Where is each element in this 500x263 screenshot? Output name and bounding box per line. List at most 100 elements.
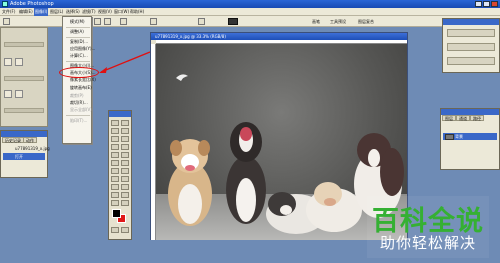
menu-item-apply-image[interactable]: 应用图像(Y)...: [70, 46, 95, 52]
magic-wand-icon[interactable]: [121, 128, 129, 134]
image-menu-dropdown: 模式(M) 调整(A) 复制(D)... 应用图像(Y)... 计算(C)...…: [62, 16, 96, 144]
panel-well-label[interactable]: 画笔: [312, 18, 320, 25]
path-select-icon[interactable]: [111, 176, 119, 182]
menu-file[interactable]: 文件(F): [2, 8, 15, 16]
menu-bar: 文件(F) 编辑(E) 图像(I) 图层(L) 选择(S) 滤镜(T) 视图(V…: [0, 8, 500, 16]
history-brush-icon[interactable]: [121, 152, 129, 158]
layer-thumbnail: [445, 134, 454, 140]
layer-name: 背景: [455, 134, 463, 139]
marquee-tool-icon[interactable]: [111, 120, 119, 126]
panel-well-label[interactable]: 工具预设: [330, 18, 346, 25]
notes-tool-icon[interactable]: [111, 192, 119, 198]
menu-item-rotate-canvas[interactable]: 旋转画布(E): [70, 85, 92, 91]
pen-tool-icon[interactable]: [111, 184, 119, 190]
panel-well-label[interactable]: 图层复合: [358, 18, 374, 25]
crop-tool-icon[interactable]: [111, 136, 119, 142]
minimize-button[interactable]: [475, 1, 482, 7]
close-button[interactable]: [491, 1, 498, 7]
menu-item-trap[interactable]: 陷印(T)...: [70, 118, 87, 124]
line-tool-icon[interactable]: [120, 18, 127, 25]
menu-item-duplicate[interactable]: 复制(D)...: [70, 39, 88, 45]
menu-item-adjust[interactable]: 调整(A): [70, 29, 84, 35]
document-title: u77891319_x.jpg @ 33.3% (RGB/8): [155, 34, 226, 39]
history-panel: 历史记录 动作 u77891319_x.jpg 打开: [0, 130, 50, 178]
left-options-panel: [0, 27, 48, 127]
document-title-bar[interactable]: u77891319_x.jpg @ 33.3% (RGB/8): [151, 33, 407, 40]
menu-item-reveal-all[interactable]: 显示全部(V): [70, 107, 92, 113]
mode-icon[interactable]: [198, 18, 205, 25]
highlight-ellipse: [59, 67, 99, 78]
tab-history[interactable]: 历史记录: [2, 137, 24, 143]
panel-swatch[interactable]: [15, 90, 23, 98]
bird-logo: [176, 74, 188, 81]
history-state[interactable]: 打开: [3, 153, 45, 160]
shape-tool-icon[interactable]: [121, 184, 129, 190]
shape-option-icon[interactable]: [94, 18, 101, 25]
panel-row: [4, 42, 44, 47]
panel-swatch[interactable]: [4, 90, 12, 98]
screen-mode-icon[interactable]: [121, 227, 129, 233]
panel-swatch[interactable]: [4, 58, 12, 66]
menu-separator: [66, 61, 90, 62]
menu-edit[interactable]: 编辑(E): [19, 8, 33, 16]
puppy-2: [226, 122, 266, 224]
quick-mask-icon[interactable]: [111, 227, 119, 233]
tab-layers[interactable]: 图层: [442, 115, 456, 121]
type-tool-icon[interactable]: [121, 176, 129, 182]
puppy-1: [168, 139, 212, 226]
menu-view[interactable]: 视图(V): [98, 8, 112, 16]
menu-separator: [66, 27, 90, 28]
puppy-4: [306, 182, 362, 232]
hand-tool-icon[interactable]: [111, 200, 119, 206]
style-icon[interactable]: [150, 18, 157, 25]
panel-row: [447, 43, 495, 51]
foreground-color-swatch[interactable]: [112, 209, 121, 218]
menu-window[interactable]: 窗口(W): [114, 8, 129, 16]
layers-panel: 图层 通道 路径 背景: [440, 108, 500, 170]
panel-header[interactable]: [443, 19, 499, 25]
toolbox-header[interactable]: [109, 111, 131, 117]
menu-select[interactable]: 选择(S): [66, 8, 80, 16]
blur-tool-icon[interactable]: [111, 168, 119, 174]
tab-channels[interactable]: 通道: [456, 115, 470, 121]
maximize-button[interactable]: [483, 1, 490, 7]
clone-stamp-icon[interactable]: [111, 152, 119, 158]
title-bar: Adobe Photoshop: [0, 0, 500, 8]
tab-paths[interactable]: 路径: [470, 115, 484, 121]
move-tool-icon[interactable]: [121, 120, 129, 126]
menu-layer[interactable]: 图层(L): [50, 8, 63, 16]
healing-brush-icon[interactable]: [111, 144, 119, 150]
lasso-tool-icon[interactable]: [111, 128, 119, 134]
panel-row: [4, 76, 44, 81]
shape-option-icon[interactable]: [104, 18, 111, 25]
menu-item-calculations[interactable]: 计算(C)...: [70, 53, 88, 59]
tab-actions[interactable]: 动作: [23, 137, 37, 143]
panel-row: [447, 57, 495, 65]
panel-swatch[interactable]: [15, 58, 23, 66]
panel-row: [447, 29, 495, 37]
toolbox: [108, 110, 132, 240]
menu-filter[interactable]: 滤镜(T): [82, 8, 96, 16]
menu-item-crop[interactable]: 裁剪(P): [70, 93, 84, 99]
watermark: 百科全说 助你轻松解决: [367, 196, 489, 258]
menu-item-mode[interactable]: 模式(M): [70, 19, 85, 25]
eraser-tool-icon[interactable]: [111, 160, 119, 166]
panel-row: [4, 108, 44, 113]
menu-separator: [66, 115, 90, 116]
navigator-panel: [442, 18, 500, 73]
window-title: Adobe Photoshop: [10, 1, 54, 7]
menu-item-trim[interactable]: 裁切(R)...: [70, 100, 88, 106]
photoshop-app-icon: [2, 1, 8, 7]
zoom-tool-icon[interactable]: [121, 200, 129, 206]
eyedropper-icon[interactable]: [121, 192, 129, 198]
tool-preset-picker[interactable]: [3, 18, 10, 25]
watermark-subtitle: 助你轻松解决: [379, 234, 476, 252]
slice-tool-icon[interactable]: [121, 136, 129, 142]
history-snapshot[interactable]: u77891319_x.jpg: [3, 145, 50, 152]
brush-tool-icon[interactable]: [121, 144, 129, 150]
dodge-tool-icon[interactable]: [121, 168, 129, 174]
color-swatch[interactable]: [228, 18, 238, 25]
menu-image[interactable]: 图像(I): [34, 8, 49, 16]
gradient-tool-icon[interactable]: [121, 160, 129, 166]
menu-help[interactable]: 帮助(H): [130, 8, 144, 16]
